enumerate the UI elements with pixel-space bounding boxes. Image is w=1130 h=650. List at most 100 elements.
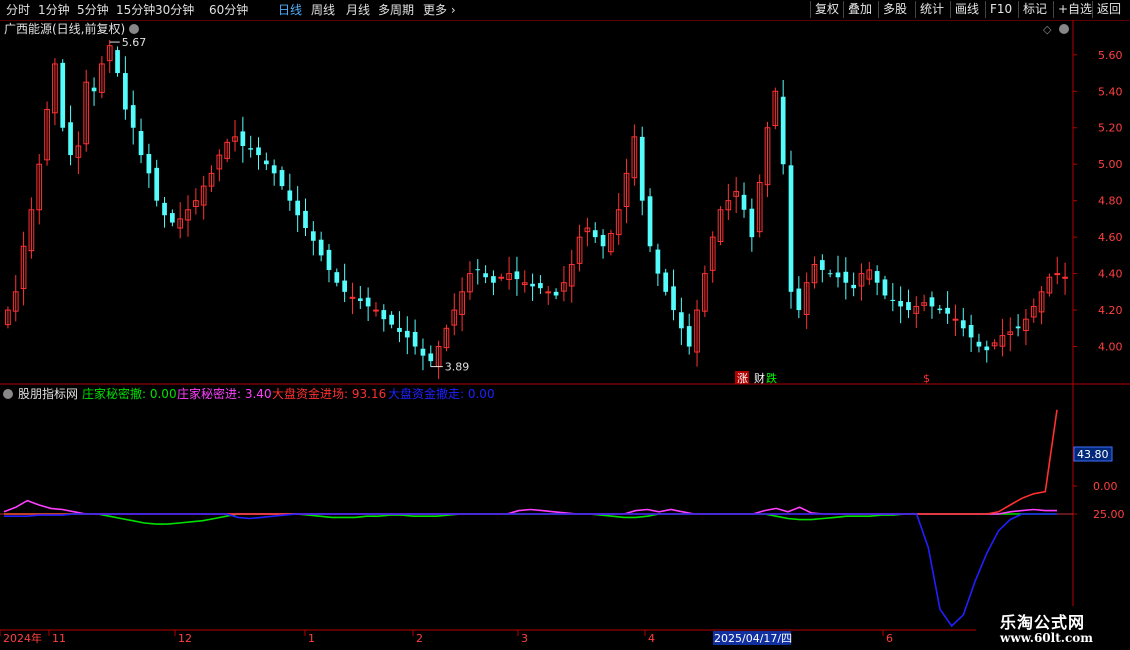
last-value-label: 43.80 xyxy=(1077,448,1109,461)
indicator-legend-2: 大盘资金进场: 93.16 xyxy=(272,386,386,401)
price-label-4: 4.80 xyxy=(1098,195,1123,208)
candle-body-63 xyxy=(498,276,505,279)
candle-body-83 xyxy=(655,249,661,274)
ind-series-0 xyxy=(4,513,1057,525)
indicator-dropdown-icon xyxy=(3,389,13,399)
candle-body-14 xyxy=(115,50,120,74)
candle-body-42 xyxy=(334,272,340,283)
candle-body-122 xyxy=(960,320,966,329)
candle-body-82 xyxy=(647,196,653,247)
candle-body-113 xyxy=(890,299,896,301)
candle-body-101 xyxy=(796,288,802,311)
price-label-8: 5.60 xyxy=(1098,49,1123,62)
price-label-3: 4.60 xyxy=(1098,231,1123,244)
candle-body-70 xyxy=(553,291,559,296)
chart-canvas: 4.00 4.20 4.40 4.60 4.80 5.00 5.20 5.40 5.60 5.67… xyxy=(0,20,1130,645)
candle-body-53 xyxy=(420,348,426,356)
candle-body-52 xyxy=(412,331,418,347)
candle-body-54 xyxy=(428,353,434,362)
ind-axis-label-0: 25.00 xyxy=(1093,508,1125,521)
event-marker-0: 涨 xyxy=(737,372,748,385)
ind-series-2 xyxy=(4,409,1058,515)
candle-body-17 xyxy=(138,131,144,156)
candle-body-69 xyxy=(545,291,552,294)
candle-body-106 xyxy=(835,272,841,278)
candle-body-125 xyxy=(984,346,990,351)
candle-body-32 xyxy=(256,147,261,156)
price-label-7: 5.40 xyxy=(1098,85,1123,98)
candle-body-135 xyxy=(1062,276,1068,279)
title-dropdown-icon xyxy=(129,24,139,34)
date-label-0: 2024年 xyxy=(3,631,42,645)
candle-body-107 xyxy=(843,271,849,283)
date-label-2: 12 xyxy=(178,632,192,645)
candle-body-44 xyxy=(349,296,356,299)
candle-body-40 xyxy=(318,239,324,256)
ind-series-3 xyxy=(4,513,1057,628)
candle-body-51 xyxy=(404,330,410,338)
candle-body-45 xyxy=(357,298,363,301)
candle-body-38 xyxy=(303,210,308,229)
candle-body-7 xyxy=(60,62,66,128)
high-label: 5.67 xyxy=(122,36,147,49)
candle-body-115 xyxy=(906,302,911,311)
candle-body-104 xyxy=(819,260,825,270)
candle-body-108 xyxy=(851,284,856,289)
candle-body-47 xyxy=(373,309,379,312)
low-label: 3.89 xyxy=(445,361,470,374)
candle-body-94 xyxy=(741,194,747,210)
candle-body-34 xyxy=(271,165,277,174)
watermark-title: 乐淘公式网 xyxy=(1000,613,1086,632)
price-label-6: 5.20 xyxy=(1098,122,1123,135)
candle-body-48 xyxy=(381,310,387,320)
candle-body-43 xyxy=(342,280,347,292)
candle-body-60 xyxy=(475,269,481,271)
candle-body-61 xyxy=(483,273,488,278)
candle-body-33 xyxy=(263,160,269,165)
candle-body-119 xyxy=(937,308,943,311)
price-label-2: 4.40 xyxy=(1098,268,1123,281)
candle-body-121 xyxy=(952,318,959,321)
candle-body-21 xyxy=(170,213,175,223)
candle-body-81 xyxy=(639,136,645,201)
event-marker-3: $ xyxy=(923,372,930,385)
date-label-8: 6 xyxy=(886,632,893,645)
candle-body-118 xyxy=(929,297,935,307)
candle-body-30 xyxy=(240,131,246,146)
candle-body-37 xyxy=(295,200,301,216)
candle-body-114 xyxy=(898,300,903,307)
date-label-5: 3 xyxy=(521,632,528,645)
candle-body-87 xyxy=(686,326,692,347)
event-marker-1: 财 xyxy=(754,371,765,385)
candle-body-111 xyxy=(874,271,880,283)
candle-body-75 xyxy=(592,230,598,238)
candle-body-112 xyxy=(882,279,888,296)
candle-body-46 xyxy=(365,297,371,307)
event-marker-2: 跌 xyxy=(766,371,777,385)
date-label-3: 1 xyxy=(308,632,315,645)
candle-body-124 xyxy=(976,341,982,347)
ind-axis-label-1: 0.00 xyxy=(1093,480,1118,493)
indicator-legend-0: 庄家秘密撤: 0.00 xyxy=(82,386,177,401)
candle-body-86 xyxy=(679,312,684,329)
price-label-0: 4.00 xyxy=(1098,341,1123,354)
candle-body-105 xyxy=(827,273,833,275)
price-label-5: 5.00 xyxy=(1098,158,1123,171)
candle-body-41 xyxy=(326,249,332,270)
candle-body-65 xyxy=(514,271,520,280)
candle-body-134 xyxy=(1054,273,1061,276)
candle-body-100 xyxy=(788,165,794,292)
indicator-name: 股朋指标网 xyxy=(18,386,78,401)
candle-body-76 xyxy=(600,234,606,247)
candle-body-67 xyxy=(530,283,535,287)
date-label-7: 2025/04/17/四 xyxy=(714,632,792,645)
candle-body-120 xyxy=(945,307,950,314)
date-label-4: 2 xyxy=(416,632,423,645)
candle-body-95 xyxy=(749,208,755,238)
candle-body-20 xyxy=(162,202,167,216)
main-panel-title: 广西能源(日线,前复权) xyxy=(4,21,125,36)
candle-body-62 xyxy=(491,276,496,283)
candle-body-85 xyxy=(671,286,676,311)
candle-body-49 xyxy=(389,314,394,325)
price-label-1: 4.20 xyxy=(1098,304,1123,317)
